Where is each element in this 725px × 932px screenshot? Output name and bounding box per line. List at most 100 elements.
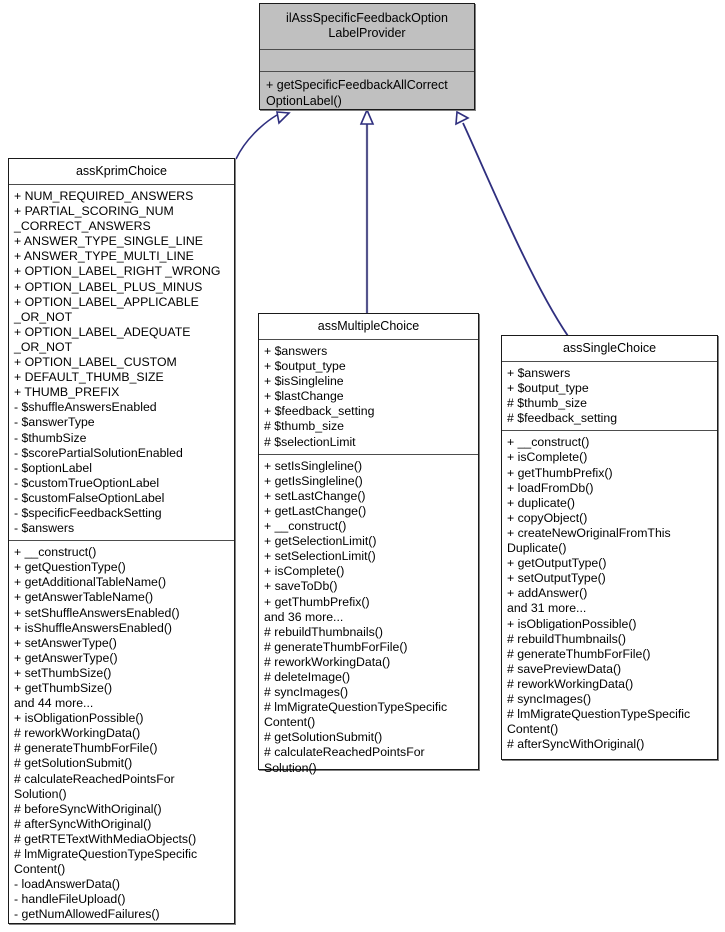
attribute-item[interactable]: + ANSWER_TYPE_SINGLE_LINE	[14, 234, 230, 249]
method-item[interactable]: + getAnswerTableName()	[14, 590, 230, 605]
method-item[interactable]: # savePreviewData()	[507, 662, 713, 677]
attribute-item[interactable]: - $thumbSize	[14, 431, 230, 446]
attributes-compartment-kprim: + NUM_REQUIRED_ANSWERS + PARTIAL_SCORING…	[9, 185, 234, 540]
method-item[interactable]: + addAnswer()	[507, 586, 713, 601]
attribute-item[interactable]: + $answers	[264, 344, 474, 359]
method-item[interactable]: + getThumbPrefix()	[507, 466, 713, 481]
method-item[interactable]: + isComplete()	[264, 564, 474, 579]
attribute-item[interactable]: + OPTION_LABEL_CUSTOM	[14, 355, 230, 370]
attribute-item[interactable]: - $scorePartialSolutionEnabled	[14, 446, 230, 461]
class-title-line2: LabelProvider	[328, 26, 406, 40]
method-item[interactable]: + getThumbSize()	[14, 681, 230, 696]
method-item[interactable]: + getQuestionType()	[14, 560, 230, 575]
attribute-item[interactable]: + NUM_REQUIRED_ANSWERS	[14, 189, 230, 204]
method-item[interactable]: # lmMigrateQuestionTypeSpecific Content(…	[264, 700, 474, 730]
class-box-single-choice[interactable]: assSingleChoice + $answers + $output_typ…	[501, 335, 718, 760]
attribute-item[interactable]: + PARTIAL_SCORING_NUM _CORRECT_ANSWERS	[14, 204, 230, 234]
attribute-item[interactable]: + $lastChange	[264, 389, 474, 404]
attribute-item[interactable]: - $answerType	[14, 415, 230, 430]
method-item[interactable]: # lmMigrateQuestionTypeSpecific Content(…	[507, 707, 713, 737]
method-item[interactable]: + __construct()	[14, 545, 230, 560]
method-item[interactable]: + isShuffleAnswersEnabled()	[14, 621, 230, 636]
attribute-item[interactable]: + $output_type	[264, 359, 474, 374]
attribute-item[interactable]: # $thumb_size	[264, 419, 474, 434]
method-item[interactable]: # getSolutionSubmit()	[264, 730, 474, 745]
method-item[interactable]: # afterSyncWithOriginal()	[14, 817, 230, 832]
method-item[interactable]: + duplicate()	[507, 496, 713, 511]
method-item[interactable]: # rebuildThumbnails()	[264, 625, 474, 640]
attribute-item[interactable]: + $feedback_setting	[264, 404, 474, 419]
method-item[interactable]: + isObligationPossible()	[14, 711, 230, 726]
method-item[interactable]: # generateThumbForFile()	[507, 647, 713, 662]
uml-class-diagram: ilAssSpecificFeedbackOption LabelProvide…	[0, 0, 725, 932]
method-item[interactable]: + setOutputType()	[507, 571, 713, 586]
method-item[interactable]: + getSpecificFeedbackAllCorrect OptionLa…	[266, 78, 469, 109]
method-item[interactable]: # reworkWorkingData()	[264, 655, 474, 670]
attribute-item[interactable]: - $answers	[14, 521, 230, 536]
method-item[interactable]: # syncImages()	[507, 692, 713, 707]
method-item[interactable]: + setLastChange()	[264, 489, 474, 504]
method-item[interactable]: # generateThumbForFile()	[264, 640, 474, 655]
attribute-item[interactable]: # $thumb_size	[507, 396, 713, 411]
class-box-interface[interactable]: ilAssSpecificFeedbackOption LabelProvide…	[259, 3, 475, 110]
method-item[interactable]: # calculateReachedPointsFor Solution()	[14, 772, 230, 802]
method-item[interactable]: + setAnswerType()	[14, 636, 230, 651]
attribute-item[interactable]: - $customFalseOptionLabel	[14, 491, 230, 506]
method-item[interactable]: # getRTETextWithMediaObjects()	[14, 832, 230, 847]
method-item[interactable]: + getAnswerType()	[14, 651, 230, 666]
method-item[interactable]: + setShuffleAnswersEnabled()	[14, 606, 230, 621]
attribute-item[interactable]: + ANSWER_TYPE_MULTI_LINE	[14, 249, 230, 264]
attribute-item[interactable]: - $specificFeedbackSetting	[14, 506, 230, 521]
more-members-note: and 44 more...	[14, 696, 94, 711]
class-title-line1: ilAssSpecificFeedbackOption	[286, 11, 448, 25]
attribute-item[interactable]: - $shuffleAnswersEnabled	[14, 400, 230, 415]
method-item[interactable]: + createNewOriginalFromThis Duplicate()	[507, 526, 713, 556]
attribute-item[interactable]: # $feedback_setting	[507, 411, 713, 426]
method-item[interactable]: + __construct()	[507, 435, 713, 450]
method-item[interactable]: + getSelectionLimit()	[264, 534, 474, 549]
method-item[interactable]: # syncImages()	[264, 685, 474, 700]
method-item[interactable]: # reworkWorkingData()	[507, 677, 713, 692]
attribute-item[interactable]: - $optionLabel	[14, 461, 230, 476]
method-item[interactable]: + setIsSingleline()	[264, 459, 474, 474]
attribute-item[interactable]: + THUMB_PREFIX	[14, 385, 230, 400]
attribute-item[interactable]: + OPTION_LABEL_RIGHT _WRONG	[14, 264, 230, 279]
class-title-multiple-choice: assMultipleChoice	[317, 319, 420, 333]
method-item[interactable]: + setThumbSize()	[14, 666, 230, 681]
method-item[interactable]: # rebuildThumbnails()	[507, 632, 713, 647]
method-item[interactable]: # afterSyncWithOriginal()	[507, 737, 713, 752]
method-item[interactable]: + isObligationPossible()	[507, 617, 713, 632]
method-item[interactable]: + setSelectionLimit()	[264, 549, 474, 564]
method-item[interactable]: # beforeSyncWithOriginal()	[14, 802, 230, 817]
method-item[interactable]: + getLastChange()	[264, 504, 474, 519]
class-box-multiple-choice[interactable]: assMultipleChoice + $answers + $output_t…	[258, 313, 479, 775]
method-item[interactable]: + getThumbPrefix()	[264, 595, 474, 610]
attribute-item[interactable]: + OPTION_LABEL_ADEQUATE _OR_NOT	[14, 325, 230, 355]
attribute-item[interactable]: + OPTION_LABEL_PLUS_MINUS	[14, 280, 230, 295]
method-item[interactable]: + getIsSingleline()	[264, 474, 474, 489]
attribute-item[interactable]: # $selectionLimit	[264, 435, 474, 450]
method-item[interactable]: + loadFromDb()	[507, 481, 713, 496]
method-item[interactable]: + __construct()	[264, 519, 474, 534]
method-item[interactable]: + copyObject()	[507, 511, 713, 526]
attribute-item[interactable]: + $answers	[507, 366, 713, 381]
method-item[interactable]: # lmMigrateQuestionTypeSpecific Content(…	[14, 847, 230, 877]
method-item[interactable]: # getSolutionSubmit()	[14, 756, 230, 771]
attribute-item[interactable]: + OPTION_LABEL_APPLICABLE _OR_NOT	[14, 295, 230, 325]
method-item[interactable]: # deleteImage()	[264, 670, 474, 685]
attribute-item[interactable]: + DEFAULT_THUMB_SIZE	[14, 370, 230, 385]
class-box-kprim[interactable]: assKprimChoice + NUM_REQUIRED_ANSWERS + …	[8, 158, 235, 924]
method-item[interactable]: - getNumAllowedFailures()	[14, 907, 230, 922]
method-item[interactable]: # generateThumbForFile()	[14, 741, 230, 756]
method-item[interactable]: # reworkWorkingData()	[14, 726, 230, 741]
method-item[interactable]: - loadAnswerData()	[14, 877, 230, 892]
attribute-item[interactable]: - $customTrueOptionLabel	[14, 476, 230, 491]
method-item[interactable]: + getAdditionalTableName()	[14, 575, 230, 590]
method-item[interactable]: # calculateReachedPointsFor Solution()	[264, 745, 474, 775]
attribute-item[interactable]: + $output_type	[507, 381, 713, 396]
method-item[interactable]: + getOutputType()	[507, 556, 713, 571]
attribute-item[interactable]: + $isSingleline	[264, 374, 474, 389]
method-item[interactable]: + isComplete()	[507, 450, 713, 465]
method-item[interactable]: - handleFileUpload()	[14, 892, 230, 907]
method-item[interactable]: + saveToDb()	[264, 579, 474, 594]
